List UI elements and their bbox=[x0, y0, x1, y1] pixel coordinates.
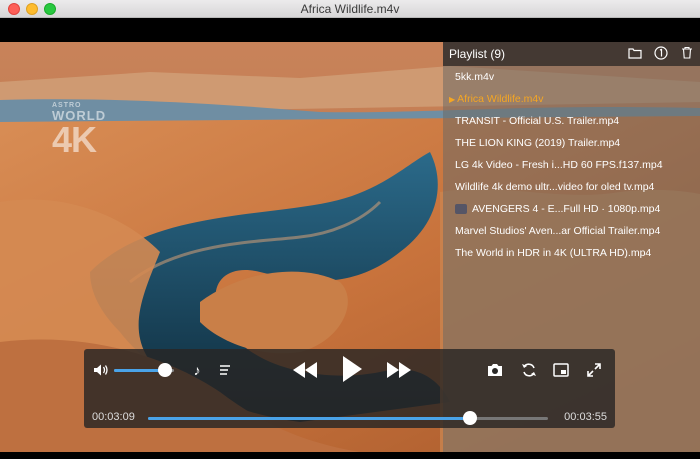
playlist-item-active[interactable]: ▶ Africa Wildlife.m4v bbox=[443, 88, 700, 110]
picture-in-picture-icon[interactable] bbox=[552, 361, 570, 379]
fullscreen-icon[interactable] bbox=[585, 361, 603, 379]
playlist-item[interactable]: 5kk.m4v bbox=[443, 66, 700, 88]
volume-knob[interactable] bbox=[158, 363, 172, 377]
trash-icon[interactable] bbox=[680, 46, 694, 62]
playlist-item[interactable]: TRANSIT - Official U.S. Trailer.mp4 bbox=[443, 110, 700, 132]
current-time: 00:03:09 bbox=[92, 411, 135, 423]
now-playing-icon: ▶ bbox=[449, 95, 456, 104]
previous-button[interactable] bbox=[292, 359, 318, 381]
watermark-logo: ASTRO WORLD 4K bbox=[52, 102, 107, 160]
volume-icon[interactable] bbox=[92, 361, 110, 379]
window-title: Africa Wildlife.m4v bbox=[300, 2, 400, 16]
playlist-item[interactable]: LG 4k Video - Fresh i...HD 60 FPS.f137.m… bbox=[443, 154, 700, 176]
loop-icon[interactable] bbox=[520, 361, 538, 379]
seek-bar[interactable] bbox=[148, 417, 548, 420]
playlist-item[interactable]: THE LION KING (2019) Trailer.mp4 bbox=[443, 132, 700, 154]
playlist-item[interactable]: AVENGERS 4 - E...Full HD · 1080p.mp4 bbox=[443, 198, 700, 220]
total-duration: 00:03:55 bbox=[564, 411, 607, 423]
playlist-item[interactable]: The World in HDR in 4K (ULTRA HD).mp4 bbox=[443, 242, 700, 264]
seek-knob[interactable] bbox=[463, 411, 477, 425]
playlist-items: 5kk.m4v ▶ Africa Wildlife.m4v TRANSIT - O… bbox=[443, 66, 700, 264]
playlist-header: Playlist (9) bbox=[443, 42, 700, 66]
camera-snapshot-icon[interactable] bbox=[486, 361, 504, 379]
playlist-item[interactable]: Marvel Studios' Aven...ar Official Trail… bbox=[443, 220, 700, 242]
playlist-item[interactable]: Wildlife 4k demo ultr...video for oled t… bbox=[443, 176, 700, 198]
seek-progress bbox=[148, 417, 470, 420]
thumbnail-icon bbox=[455, 204, 467, 215]
playlist-toggle-icon[interactable] bbox=[216, 361, 234, 379]
control-bar: ♪ 00:03:09 00:03:55 bbox=[84, 349, 615, 428]
title-bar: Africa Wildlife.m4v bbox=[0, 0, 700, 18]
info-icon[interactable] bbox=[654, 45, 668, 63]
play-button[interactable] bbox=[340, 355, 364, 383]
playlist-title: Playlist (9) bbox=[449, 47, 506, 61]
next-button[interactable] bbox=[386, 359, 412, 381]
audio-track-icon[interactable]: ♪ bbox=[188, 361, 206, 379]
folder-icon[interactable] bbox=[628, 47, 642, 62]
